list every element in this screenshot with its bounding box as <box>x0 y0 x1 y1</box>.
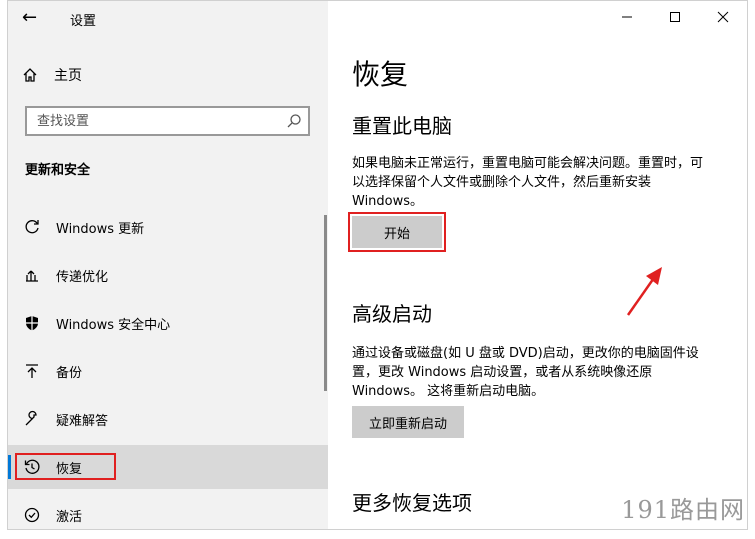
reset-description: 如果电脑未正常运行，重置电脑可能会解决问题。重置时，可以选择保留个人文件或删除个… <box>352 156 704 209</box>
sidebar-item-label: 备份 <box>56 365 83 381</box>
page-title: 恢复 <box>352 58 409 91</box>
close-icon <box>717 11 729 23</box>
sidebar-item-activation[interactable]: 激活 <box>8 493 328 529</box>
restart-now-button[interactable]: 立即重新启动 <box>352 406 464 438</box>
reset-heading: 重置此电脑 <box>352 114 452 138</box>
upload-arrow-icon <box>8 362 56 380</box>
sidebar-item-label: 疑难解答 <box>56 413 109 429</box>
highlight-box-recovery <box>15 453 116 480</box>
refresh-icon <box>8 218 56 236</box>
sidebar-item-windows-security[interactable]: Windows 安全中心 <box>8 301 328 345</box>
app-title: 设置 <box>70 14 97 29</box>
advanced-startup-description: 通过设备或磁盘(如 U 盘或 DVD)启动，更改你的电脑固件设置，更改 Wind… <box>352 346 699 399</box>
shield-icon <box>8 314 56 332</box>
sidebar-item-label: Windows 更新 <box>56 221 145 237</box>
watermark: 191路由网 <box>621 496 745 524</box>
settings-window: ← 设置 主页 更新和安全 Windows 更新 <box>7 0 748 530</box>
sidebar-item-troubleshoot[interactable]: 疑难解答 <box>8 397 328 441</box>
section-title: 更新和安全 <box>25 163 91 178</box>
minimize-button[interactable] <box>603 1 651 33</box>
check-circle-icon <box>8 506 56 524</box>
highlight-box-start <box>348 212 446 252</box>
delivery-icon <box>8 266 56 284</box>
home-label: 主页 <box>54 68 82 84</box>
home-link[interactable]: 主页 <box>22 65 82 85</box>
minimize-icon <box>622 16 632 18</box>
sidebar-item-label: Windows 安全中心 <box>56 317 171 333</box>
advanced-startup-heading: 高级启动 <box>352 302 432 326</box>
wrench-icon <box>8 410 56 428</box>
sidebar-scrollbar[interactable] <box>324 215 327 391</box>
search-icon <box>287 114 301 128</box>
sidebar-item-backup[interactable]: 备份 <box>8 349 328 393</box>
close-button[interactable] <box>699 1 747 33</box>
maximize-button[interactable] <box>651 1 699 33</box>
search-input[interactable] <box>27 108 308 134</box>
sidebar-item-label: 传递优化 <box>56 269 109 285</box>
sidebar-item-windows-update[interactable]: Windows 更新 <box>8 205 328 249</box>
sidebar-item-delivery-optimization[interactable]: 传递优化 <box>8 253 328 297</box>
sidebar: ← 设置 主页 更新和安全 Windows 更新 <box>8 1 328 529</box>
back-button[interactable]: ← <box>22 7 46 29</box>
search-box[interactable] <box>25 106 310 136</box>
maximize-icon <box>670 12 680 22</box>
sidebar-item-label: 激活 <box>56 509 83 525</box>
main-content: 恢复 重置此电脑 如果电脑未正常运行，重置电脑可能会解决问题。重置时，可以选择保… <box>328 1 747 529</box>
pointer-arrow-icon <box>626 267 662 316</box>
more-options-heading: 更多恢复选项 <box>352 491 472 515</box>
home-icon <box>23 68 37 82</box>
window-controls <box>603 1 747 33</box>
